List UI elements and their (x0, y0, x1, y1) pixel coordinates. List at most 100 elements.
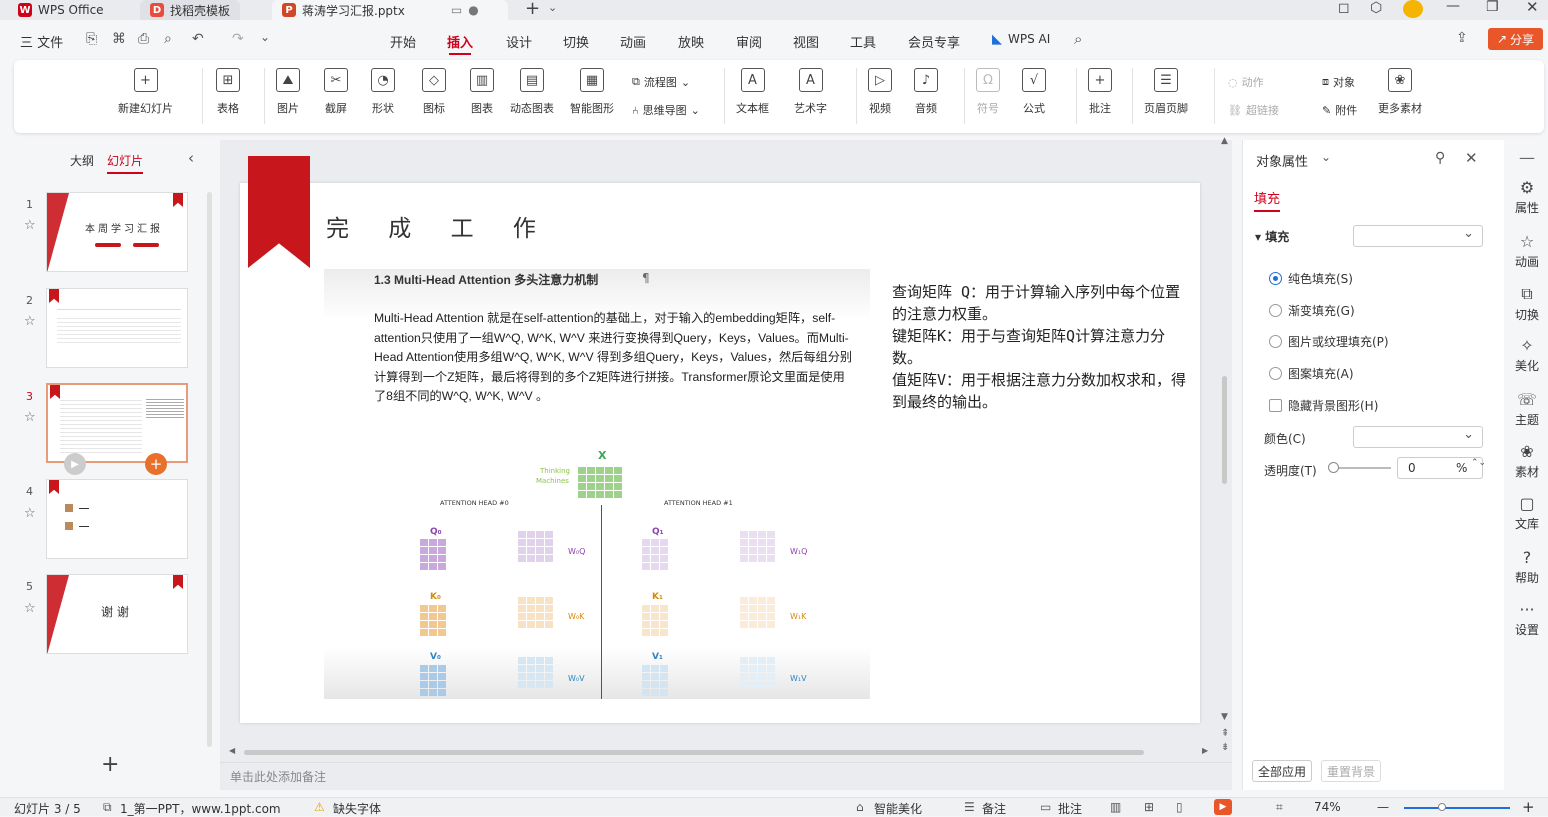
canvas-hscroll-thumb[interactable] (244, 750, 1144, 755)
apply-all-button[interactable]: 全部应用 (1252, 760, 1312, 782)
zoom-out-icon[interactable]: — (1377, 800, 1389, 814)
minimize-icon[interactable]: — (1446, 0, 1460, 14)
radio-solid-fill[interactable]: 纯色填充(S) (1269, 270, 1353, 287)
menu-review[interactable]: 审阅 (736, 32, 762, 51)
wps-ai-button[interactable]: WPS AI (1008, 32, 1050, 46)
cube-icon[interactable]: ⬡ (1370, 0, 1382, 16)
hyperlink-button[interactable]: ⛓ 超链接 (1228, 102, 1279, 118)
notes-button[interactable]: 备注 (982, 800, 1006, 817)
tab-slides[interactable]: 幻灯片 (107, 152, 144, 174)
screenshot-button[interactable]: ✂ 截屏 (324, 68, 348, 116)
star-icon[interactable]: ☆ (24, 218, 36, 233)
reset-bg-button[interactable]: 重置背景 (1321, 760, 1381, 782)
star-icon[interactable]: ☆ (24, 506, 36, 521)
menu-animation[interactable]: 动画 (620, 32, 646, 51)
tab-wps-office[interactable]: W WPS Office (8, 0, 114, 20)
action-button[interactable]: ◌ 动作 (1228, 74, 1264, 90)
sidebar-materials[interactable]: ❀ 素材 (1506, 442, 1548, 480)
slide-thumb-2[interactable] (46, 288, 188, 368)
more-materials-button[interactable]: ❀ 更多素材 (1378, 68, 1422, 116)
chevron-down-icon[interactable]: ⌄ (548, 1, 557, 14)
normal-view-icon[interactable]: ▥ (1110, 800, 1121, 814)
shape-button[interactable]: ◔ 形状 (371, 68, 395, 116)
radio-picture-fill[interactable]: 图片或纹理填充(P) (1269, 333, 1389, 350)
next-slide-icon[interactable]: ⇟ (1221, 742, 1229, 753)
chevron-down-icon[interactable]: ⌄ (1321, 150, 1331, 164)
textbox-button[interactable]: A 文本框 (736, 68, 769, 116)
share-button[interactable]: ↗ 分享 (1488, 28, 1543, 50)
tab-pptx-document[interactable]: P 蒋涛学习汇报.pptx ▭ ● (272, 0, 508, 20)
smart-beautify-button[interactable]: 智能美化 (874, 800, 922, 817)
sidebar-help[interactable]: ? 帮助 (1506, 548, 1548, 586)
qkv-textbox[interactable]: 查询矩阵 Q：用于计算输入序列中每个位置的注意力权重。 键矩阵K：用于与查询矩阵… (892, 281, 1190, 413)
star-icon[interactable]: ☆ (24, 601, 36, 616)
sidebar-transition[interactable]: ⧉ 切换 (1506, 284, 1548, 323)
scroll-up-icon[interactable]: ▲ (1221, 136, 1228, 146)
missing-font-link[interactable]: 缺失字体 (333, 800, 381, 817)
radio-gradient-fill[interactable]: 渐变填充(G) (1269, 302, 1355, 319)
wordart-button[interactable]: A 艺术字 (794, 68, 827, 116)
audio-button[interactable]: ♪ 音频 (914, 68, 938, 116)
undo-icon[interactable]: ↶ (192, 31, 204, 47)
theme-name[interactable]: 1_第一PPT，www.1ppt.com (120, 800, 281, 817)
slide-thumb-5[interactable]: 谢 谢 (46, 574, 188, 654)
slide-canvas[interactable]: 完 成 工 作 1.3 Multi-Head Attention 多头注意力机制… (240, 156, 1200, 723)
hide-bg-checkbox[interactable]: 隐藏背景图形(H) (1269, 397, 1378, 414)
print-icon[interactable]: ⎙ (138, 31, 149, 47)
zoom-slider[interactable] (1404, 807, 1510, 809)
mindmap-button[interactable]: ⑃ 思维导图 ⌄ (632, 102, 700, 118)
avatar[interactable] (1403, 0, 1423, 18)
table-button[interactable]: ⊞ 表格 (216, 68, 240, 116)
thumbs-scrollbar[interactable] (207, 192, 212, 747)
sidebar-theme[interactable]: ☏ 主题 (1506, 390, 1548, 428)
zoom-slider-handle[interactable] (1438, 803, 1446, 811)
chart-button[interactable]: ▥ 图表 (470, 68, 494, 116)
header-footer-button[interactable]: ☰ 页眉页脚 (1144, 68, 1188, 116)
restore-icon[interactable]: ❐ (1486, 0, 1499, 15)
radio-pattern-fill[interactable]: 图案填充(A) (1269, 365, 1354, 382)
collapse-panel-icon[interactable]: ‹ (188, 149, 194, 167)
flowchart-button[interactable]: ⧉ 流程图 ⌄ (632, 74, 690, 90)
sidebar-beautify[interactable]: ✧ 美化 (1506, 336, 1548, 374)
menu-member[interactable]: 会员专享 (908, 32, 960, 51)
menu-transition[interactable]: 切换 (563, 32, 589, 51)
sidebar-properties[interactable]: ⚙ 属性 (1506, 178, 1548, 216)
slide-thumb-3[interactable] (46, 383, 188, 463)
file-menu[interactable]: 三 文件 (20, 32, 63, 51)
play-icon[interactable]: ▶ (64, 453, 86, 475)
zoom-in-icon[interactable]: + (1522, 798, 1535, 816)
scroll-right-icon[interactable]: ▶ (1202, 746, 1208, 755)
grid-view-icon[interactable]: ⊞ (1144, 800, 1154, 814)
slide-thumb-1[interactable]: 本周学习汇报 (46, 192, 188, 272)
add-slide-icon[interactable]: + (145, 453, 167, 475)
pin-icon[interactable]: ⚲ (1435, 150, 1445, 166)
comments-button[interactable]: 批注 (1058, 800, 1082, 817)
star-icon[interactable]: ☆ (24, 314, 36, 329)
attachment-button[interactable]: ✎ 附件 (1322, 102, 1357, 118)
close-panel-icon[interactable]: ✕ (1465, 149, 1478, 167)
comment-button[interactable]: + 批注 (1088, 68, 1112, 116)
preview-icon[interactable]: ⌕ (164, 31, 172, 47)
scroll-down-icon[interactable]: ▼ (1221, 712, 1228, 722)
canvas-vscroll-thumb[interactable] (1222, 376, 1227, 484)
fill-section-header[interactable]: ▾ 填充 (1255, 228, 1289, 245)
chevron-down-icon[interactable]: ⌄ (260, 30, 270, 44)
new-tab-icon[interactable]: + (525, 0, 540, 19)
star-icon[interactable]: ☆ (24, 410, 36, 425)
zoom-level[interactable]: 74% (1314, 800, 1341, 814)
scroll-left-icon[interactable]: ◀ (229, 746, 235, 755)
close-icon[interactable]: ✕ (1526, 0, 1539, 16)
menu-view[interactable]: 视图 (793, 32, 819, 51)
fit-window-icon[interactable]: ⌗ (1276, 800, 1283, 815)
icon-button[interactable]: ◇ 图标 (422, 68, 446, 116)
play-slideshow-icon[interactable]: ▶ (1214, 799, 1232, 815)
color-select[interactable] (1353, 426, 1483, 448)
add-slide-button[interactable]: + (101, 752, 119, 777)
slide-thumb-4[interactable] (46, 479, 188, 559)
tab-docer[interactable]: D 找稻壳模板 (140, 0, 241, 20)
spinner-icon[interactable]: ⌃⌄ (1471, 458, 1486, 468)
reading-view-icon[interactable]: ▯ (1176, 800, 1183, 814)
window-layout-icon[interactable]: ◻ (1338, 0, 1350, 16)
screenshot-image[interactable]: 1.3 Multi-Head Attention 多头注意力机制 ¶ Multi… (324, 269, 870, 699)
formula-button[interactable]: √ 公式 (1022, 68, 1046, 116)
